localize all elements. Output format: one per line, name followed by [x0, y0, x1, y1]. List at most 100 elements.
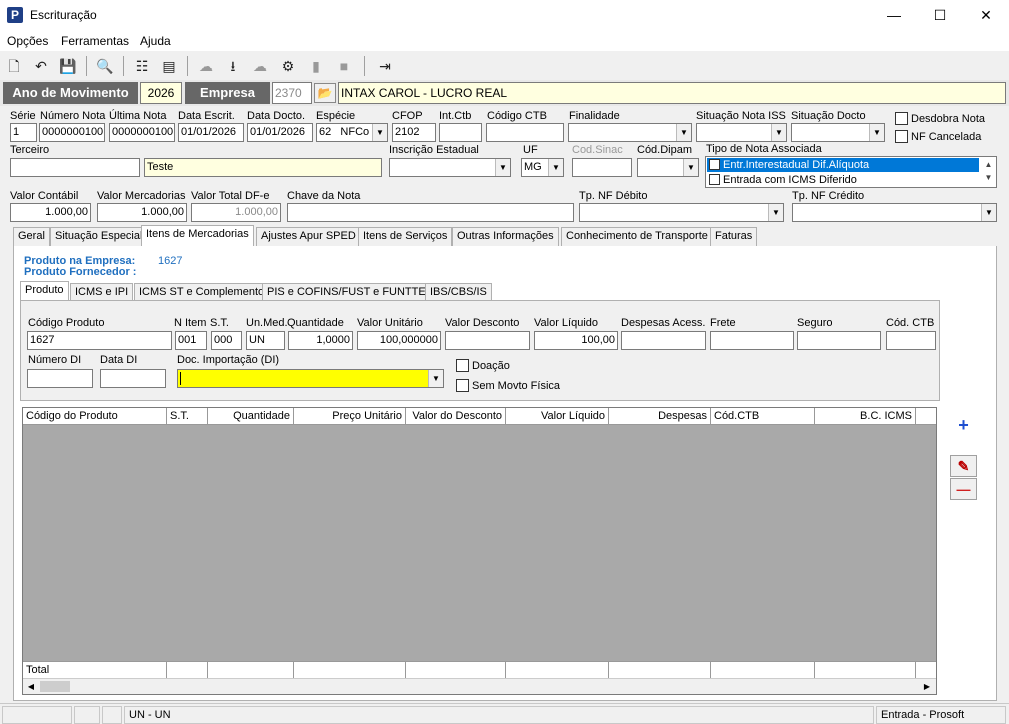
cod-ctb-field[interactable] [886, 331, 936, 350]
chevron-down-icon[interactable]: ▼ [981, 204, 996, 221]
tree-icon[interactable]: ☷ [132, 56, 152, 76]
menu-ferramentas[interactable]: Ferramentas [61, 34, 129, 48]
scroll-thumb[interactable] [40, 681, 70, 692]
empresa-code-field[interactable]: 2370 [272, 82, 312, 104]
valor-unitario-field[interactable]: 100,000000 [357, 331, 441, 350]
tab-ajustes-apur[interactable]: Ajustes Apur SPED [256, 227, 361, 246]
exit-icon[interactable]: ⇥ [375, 56, 395, 76]
items-grid[interactable]: Código do Produto S.T. Quantidade Preço … [22, 407, 937, 695]
folder-icon[interactable]: 📂 [314, 83, 336, 103]
scroll-left-icon[interactable]: ◀ [24, 680, 38, 693]
cod-sinac-field[interactable] [572, 158, 632, 177]
terceiro-code-field[interactable] [10, 158, 140, 177]
finalidade-select[interactable]: ▼ [568, 123, 692, 142]
col-st[interactable]: S.T. [167, 408, 208, 425]
especie-select[interactable]: 62 NFCo ▼ [316, 123, 388, 142]
situacao-iss-select[interactable]: ▼ [696, 123, 787, 142]
chave-nota-field[interactable] [287, 203, 574, 222]
save-icon[interactable]: 💾 [58, 56, 78, 76]
menu-ajuda[interactable]: Ajuda [140, 34, 171, 48]
chevron-down-icon[interactable]: ▼ [676, 124, 691, 141]
tab-situacao-especial[interactable]: Situação Especial [50, 227, 148, 246]
quantidade-field[interactable]: 1,0000 [288, 331, 353, 350]
col-preco-unitario[interactable]: Preço Unitário [294, 408, 406, 425]
chevron-down-icon[interactable]: ▼ [372, 124, 387, 141]
col-codigo-produto[interactable]: Código do Produto [23, 408, 167, 425]
col-quantidade[interactable]: Quantidade [208, 408, 294, 425]
menu-opcoes[interactable]: Opções [7, 34, 48, 48]
valor-liquido-field[interactable]: 100,00 [534, 331, 618, 350]
tab-geral[interactable]: Geral [13, 227, 50, 246]
tab-conhecimento-transporte[interactable]: Conhecimento de Transporte [561, 227, 713, 246]
minimize-button[interactable]: — [871, 0, 917, 31]
valor-total-dfe-field[interactable]: 1.000,00 [191, 203, 281, 222]
tp-nf-debito-select[interactable]: ▼ [579, 203, 784, 222]
valor-desconto-field[interactable] [445, 331, 530, 350]
chevron-down-icon[interactable]: ▼ [495, 159, 510, 176]
ano-field[interactable]: 2026 [140, 82, 182, 104]
data-escrit-field[interactable]: 01/01/2026 [178, 123, 244, 142]
tipo-nota-checkbox-2[interactable] [709, 174, 720, 185]
undo-icon[interactable]: ↶ [31, 56, 51, 76]
int-ctb-field[interactable] [439, 123, 482, 142]
tipo-nota-item-2[interactable]: Entrada com ICMS Diferido [707, 173, 979, 187]
tipo-nota-checkbox-1[interactable] [709, 159, 720, 170]
situacao-docto-select[interactable]: ▼ [791, 123, 885, 142]
serie-field[interactable]: 1 [10, 123, 37, 142]
col-valor-liquido[interactable]: Valor Líquido [506, 408, 609, 425]
desdobra-checkbox[interactable] [895, 112, 908, 125]
tab-itens-servicos[interactable]: Itens de Serviços [358, 227, 453, 246]
close-button[interactable]: ✕ [963, 0, 1009, 31]
col-cod-ctb[interactable]: Cód.CTB [711, 408, 815, 425]
tipo-nota-list[interactable]: Entr.Interestadual Dif.Alíquota Entrada … [705, 156, 997, 188]
chevron-down-icon[interactable]: ▼ [683, 159, 698, 176]
tab-outras-informacoes[interactable]: Outras Informações [452, 227, 559, 246]
list-scroll-icon[interactable]: ▲ ▼ [982, 158, 995, 186]
valor-contabil-field[interactable]: 1.000,00 [10, 203, 91, 222]
tab-faturas[interactable]: Faturas [710, 227, 758, 246]
doacao-checkbox[interactable] [456, 359, 469, 372]
uf-select[interactable]: MG ▼ [521, 158, 564, 177]
col-bc-icms[interactable]: B.C. ICMS [815, 408, 916, 425]
nf-cancelada-checkbox[interactable] [895, 130, 908, 143]
chevron-down-icon[interactable]: ▼ [771, 124, 786, 141]
grid-hscrollbar[interactable]: ◀ ▶ [23, 678, 936, 694]
col-valor-desconto[interactable]: Valor do Desconto [406, 408, 506, 425]
remove-button[interactable]: — [950, 478, 977, 500]
chevron-down-icon[interactable]: ▼ [768, 204, 783, 221]
tp-nf-credito-select[interactable]: ▼ [792, 203, 997, 222]
scroll-right-icon[interactable]: ▶ [920, 680, 934, 693]
chevron-down-icon[interactable]: ▼ [428, 370, 443, 387]
seguro-field[interactable] [797, 331, 881, 350]
valor-mercadorias-field[interactable]: 1.000,00 [97, 203, 187, 222]
edit-button[interactable]: ✎ [950, 455, 977, 477]
cib-icon[interactable]: ⚙ [278, 56, 298, 76]
chevron-down-icon[interactable]: ▼ [869, 124, 884, 141]
inscricao-select[interactable]: ▼ [389, 158, 511, 177]
cfop-field[interactable]: 2102 [392, 123, 436, 142]
st-field[interactable]: 000 [211, 331, 242, 350]
tab-itens-mercadorias[interactable]: Itens de Mercadorias [141, 225, 254, 247]
numero-di-field[interactable] [27, 369, 93, 388]
print-icon[interactable]: ▤ [159, 56, 179, 76]
despesas-field[interactable] [621, 331, 706, 350]
codigo-produto-field[interactable]: 1627 [27, 331, 172, 350]
preview-icon[interactable]: 🔍 [95, 56, 115, 76]
ultima-nota-field[interactable]: 0000000100 [109, 123, 175, 142]
n-item-field[interactable]: 001 [175, 331, 207, 350]
tipo-nota-item-1[interactable]: Entr.Interestadual Dif.Alíquota [707, 158, 979, 172]
doc-importacao-select[interactable]: ▼ [177, 369, 444, 388]
codigo-ctb-field[interactable] [486, 123, 564, 142]
maximize-button[interactable]: ☐ [917, 0, 963, 31]
data-docto-field[interactable]: 01/01/2026 [247, 123, 313, 142]
col-despesas[interactable]: Despesas [609, 408, 711, 425]
new-icon[interactable]: 🗋 [4, 56, 24, 76]
frete-field[interactable] [710, 331, 794, 350]
data-di-field[interactable] [100, 369, 166, 388]
cod-dipam-select[interactable]: ▼ [637, 158, 699, 177]
numero-nota-field[interactable]: 0000000100 [39, 123, 105, 142]
download-icon[interactable]: ⭳ [223, 56, 243, 76]
add-button[interactable]: + [950, 414, 977, 436]
sem-movto-checkbox[interactable] [456, 379, 469, 392]
chevron-down-icon[interactable]: ▼ [548, 159, 563, 176]
